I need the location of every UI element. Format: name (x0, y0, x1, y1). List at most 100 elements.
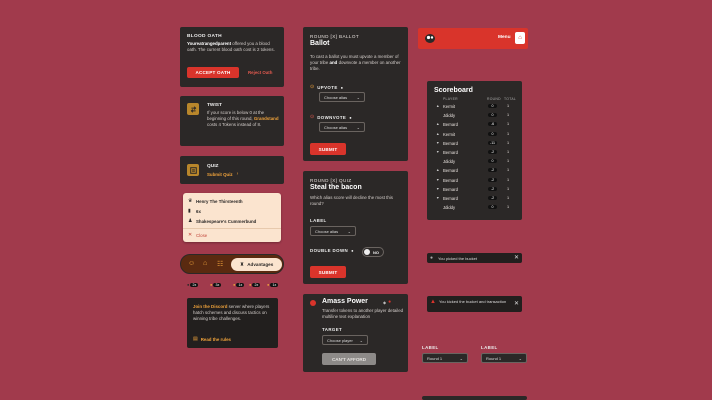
toast-error: ▲ You kicked the bucket and transaction … (427, 296, 522, 312)
badge-count: 1x (270, 282, 279, 287)
tab-advantages[interactable]: ♜ Advantages (231, 258, 282, 271)
close-button[interactable]: ✕ Close (188, 232, 207, 238)
round-select[interactable]: Round 1 ⌄ (481, 353, 527, 363)
submit-quiz-link[interactable]: Submit Quiz › (207, 171, 238, 177)
arrow-up-icon: ▲ (436, 168, 440, 173)
quiz-label: LABEL (310, 218, 327, 223)
advantage-item[interactable]: ♛ Henry The Thirsteenth (188, 198, 243, 204)
badge: ● 2x (187, 282, 199, 287)
advantage-item-label: Henry The Thirsteenth (196, 198, 243, 204)
player-name: Bernard (443, 195, 458, 201)
menu-icon[interactable]: ⌂ (515, 32, 525, 44)
scoreboard-rows: ▲ Kermit 0 1 Jdiddy 0 1 ▲ Bernard -6 1 ▲ Kermit 0 1 ▼ Be… (427, 103, 522, 213)
toast-info: ● You picked the bucket ✕ (427, 253, 522, 263)
info-icon: ● (340, 84, 344, 90)
total-score: 1 (507, 168, 510, 173)
total-score: 1 (507, 159, 510, 164)
downvote-icon: ⊙ (310, 114, 315, 120)
double-down-label: DOUBLE DOWN (310, 248, 349, 253)
player-name: Jdiddy (443, 113, 456, 119)
home-icon[interactable]: ⌂ (203, 260, 207, 267)
close-icon: ✕ (188, 232, 193, 238)
partial-card (422, 396, 527, 400)
select-group-1: LABEL Round 1 ⌄ (422, 345, 468, 365)
amass-status: ◆ ● (383, 299, 391, 305)
twist-icon (187, 103, 199, 115)
chat-icon[interactable]: ☷ (217, 260, 223, 268)
ballot-submit-button[interactable]: SUBMIT (310, 143, 346, 155)
round-score: -2 (488, 195, 497, 200)
round-select-value: Round 1 (486, 355, 502, 361)
quiz-select[interactable]: Choose alias ⌄ (310, 226, 356, 236)
advantage-item-label: Shakespeare's Cummerbund (196, 218, 257, 224)
total-score: 1 (507, 131, 510, 136)
blood-oath-card: BLOOD OATH Youreatrangedparent offered y… (180, 27, 284, 87)
target-select[interactable]: Choose player ⌄ (322, 335, 368, 345)
toggle-label: NO (373, 250, 379, 255)
col-round: ROUND (487, 97, 501, 101)
downvote-select[interactable]: Choose alias ⌄ (319, 122, 365, 132)
total-score: 1 (507, 186, 510, 191)
accept-oath-button[interactable]: ACCEPT OATH (187, 67, 239, 78)
downvote-label-row: ⊙ DOWNVOTE ● (310, 114, 352, 120)
upvote-select[interactable]: Choose alias ⌄ (319, 92, 365, 102)
player-name: Bernard (443, 168, 458, 174)
quiz-select-value: Choose alias (315, 228, 339, 234)
badge-count: 3x (213, 282, 222, 287)
round-score: -2 (488, 168, 497, 173)
menu-label[interactable]: Menu (498, 35, 511, 40)
submit-quiz-label: Submit Quiz (207, 171, 233, 177)
divider (183, 228, 281, 229)
chevron-down-icon: ⌄ (356, 94, 360, 100)
scoreboard-row: Jdiddy 0 1 (427, 112, 522, 121)
target-select-value: Choose player (327, 337, 353, 343)
arrow-up-icon: ▲ (436, 122, 440, 127)
status-dot-icon: ● (388, 299, 392, 305)
round-score: 0 (488, 113, 497, 118)
quiz-title: QUIZ (207, 164, 219, 169)
round-score: 0 (488, 159, 497, 164)
read-rules-link[interactable]: ▤ Read the rules (193, 336, 231, 342)
crown-icon: ♛ (188, 198, 193, 204)
tab-advantages-label: Advantages (247, 262, 274, 267)
chevron-down-icon: ⌄ (347, 228, 351, 234)
col-player: PLAYER (443, 97, 458, 101)
total-score: 1 (507, 195, 510, 200)
status-dot-icon: ◆ (383, 299, 387, 305)
close-icon[interactable]: ✕ (514, 254, 519, 261)
toast-error-text: You kicked the bucket and transaction (439, 299, 507, 304)
select-group-2: LABEL Round 1 ⌄ (481, 345, 527, 365)
downvote-select-value: Choose alias (324, 124, 348, 130)
double-down-toggle[interactable]: NO (362, 247, 384, 257)
scoreboard-row: ▲ Bernard -6 1 (427, 121, 522, 130)
scoreboard-row: ▼ Bernard -2 1 (427, 186, 522, 195)
twist-text-b: costs 4 Tokens instead of 8. (207, 122, 262, 127)
quiz-form-title: Steal the bacon (310, 184, 362, 191)
quiz-icon (187, 164, 199, 176)
file-icon: ▮ (188, 208, 191, 214)
select-label: LABEL (481, 345, 498, 350)
advantage-item[interactable]: ▮ 6x (188, 208, 201, 214)
badge-count: 2x (190, 282, 199, 287)
double-down-row: DOUBLE DOWN ● (310, 248, 353, 253)
chevron-down-icon: ⌄ (518, 355, 522, 361)
close-icon[interactable]: ✕ (514, 300, 519, 307)
book-icon: ▤ (193, 336, 198, 342)
discord-text: Join the Discord server where players ha… (193, 304, 273, 322)
upvote-label-row: ⊙ UPVOTE ● (310, 84, 343, 90)
cant-afford-button[interactable]: CAN'T AFFORD (322, 353, 376, 365)
round-score: -11 (488, 140, 497, 145)
round-select[interactable]: Round 1 ⌄ (422, 353, 468, 363)
chevron-down-icon: ⌄ (356, 124, 360, 130)
reject-oath-link[interactable]: Reject Oath (248, 70, 272, 75)
badge: ● 1x (233, 282, 245, 287)
quiz-submit-button[interactable]: SUBMIT (310, 266, 346, 278)
smiley-icon[interactable]: ☺ (188, 260, 195, 267)
join-discord-link[interactable]: Join the Discord (193, 304, 227, 309)
close-label: Close (196, 232, 208, 238)
ballot-desc: To cast a ballot you must upvote a membe… (310, 54, 404, 72)
scoreboard-row: ▲ Kermit 0 1 (427, 103, 522, 112)
advantage-item[interactable]: ♟ Shakespeare's Cummerbund (188, 218, 256, 224)
arrow-down-icon: ▼ (436, 149, 440, 154)
scoreboard-title: Scoreboard (434, 87, 473, 94)
